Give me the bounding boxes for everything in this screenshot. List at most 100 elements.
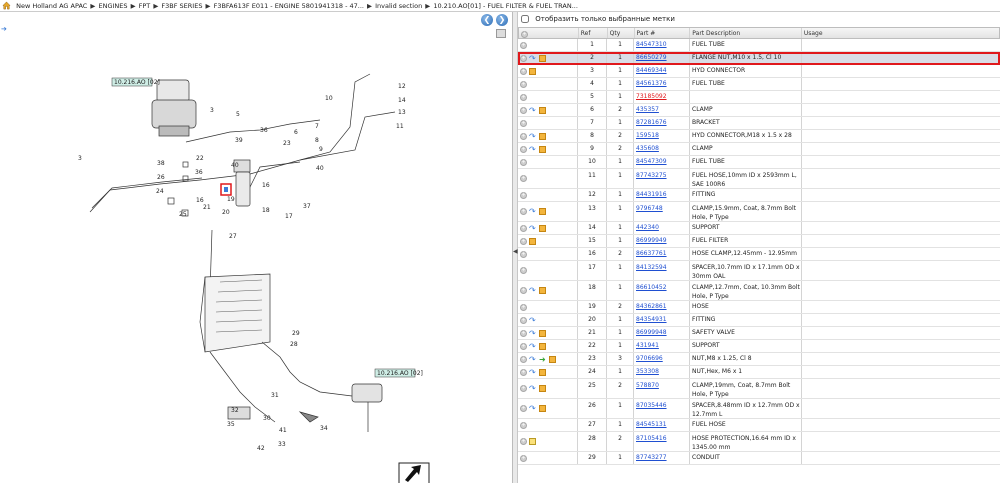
- table-row[interactable]: + ↷ 13 1 9796748 CLAMP,15.9mm, Coat, 8.7mm Bo…: [518, 202, 1000, 222]
- replacement-arrow-icon[interactable]: ↷: [529, 224, 537, 232]
- table-row[interactable]: + ↷ 18 1 86610452 CLAMP,12.7mm, Coat, 10.3mm …: [518, 281, 1000, 301]
- replacement-arrow-icon[interactable]: ↷: [529, 342, 537, 350]
- add-to-cart-icon[interactable]: +: [520, 158, 527, 166]
- breadcrumb-item[interactable]: F3BFA613F E011 - ENGINE 5801941318 - 47.…: [212, 2, 367, 10]
- table-row[interactable]: + ↷ 25 2 578870 CLAMP,19mm, Coat, 8.7mm Bolt …: [518, 379, 1000, 399]
- table-row[interactable]: +19 2 84362861 HOSE: [518, 301, 1000, 314]
- add-to-cart-icon[interactable]: +: [520, 287, 527, 294]
- add-to-cart-icon[interactable]: +: [520, 237, 527, 245]
- package-icon[interactable]: [539, 132, 546, 140]
- package-icon[interactable]: [539, 385, 546, 392]
- table-row[interactable]: +3 1 84469344 HYD CONNECTOR: [518, 65, 1000, 78]
- add-to-cart-icon[interactable]: +: [520, 405, 527, 412]
- part-number-link[interactable]: 86999948: [636, 329, 667, 336]
- column-header[interactable]: Part Description: [690, 28, 802, 38]
- table-row[interactable]: +7 1 87281676 BRACKET: [518, 117, 1000, 130]
- add-to-cart-icon[interactable]: +: [520, 267, 527, 274]
- collapse-arrow-icon[interactable]: ◀: [513, 248, 518, 255]
- add-to-cart-icon[interactable]: +: [520, 67, 527, 75]
- add-to-cart-icon[interactable]: +: [520, 385, 527, 392]
- note-icon[interactable]: [529, 438, 536, 445]
- replacement-arrow-icon[interactable]: ↷: [529, 355, 537, 363]
- package-icon[interactable]: [529, 237, 536, 245]
- column-header[interactable]: Qty: [608, 28, 635, 38]
- replacement-arrow-icon[interactable]: ↷: [529, 405, 537, 413]
- table-row[interactable]: + ↷ 26 1 87035446 SPACER,8.48mm ID x 12.7mm O…: [518, 399, 1000, 419]
- part-number-link[interactable]: 86650279: [636, 54, 667, 61]
- show-selected-checkbox[interactable]: [521, 15, 529, 23]
- part-number-link[interactable]: 578870: [636, 382, 659, 389]
- table-row[interactable]: +17 1 84132594 SPACER,10.7mm ID x 17.1mm OD…: [518, 261, 1000, 281]
- breadcrumb-item[interactable]: ENGINES: [96, 2, 129, 10]
- part-number-link[interactable]: 84469344: [636, 67, 667, 74]
- part-number-link[interactable]: 159518: [636, 132, 659, 139]
- breadcrumb-item[interactable]: 10.210.AO[01] - FUEL FILTER & FUEL TRAN.…: [431, 2, 578, 10]
- add-to-cart-icon[interactable]: +: [520, 119, 527, 127]
- package-icon[interactable]: [539, 106, 546, 114]
- breadcrumb-item[interactable]: New Holland AG APAC: [16, 2, 89, 10]
- column-header[interactable]: +: [519, 28, 579, 38]
- export-icon[interactable]: [398, 462, 430, 483]
- part-number-link[interactable]: 84545131: [636, 421, 667, 428]
- green-arrow-icon[interactable]: ➜: [539, 355, 547, 363]
- home-icon[interactable]: [2, 1, 11, 10]
- part-number-link[interactable]: 84431916: [636, 191, 667, 198]
- package-icon[interactable]: [539, 342, 546, 350]
- add-to-cart-icon[interactable]: +: [520, 41, 527, 49]
- add-to-cart-icon[interactable]: +: [520, 454, 527, 462]
- table-row[interactable]: +11 1 87743275 FUEL HOSE,10mm ID x 2593mm L…: [518, 169, 1000, 189]
- header-select-icon[interactable]: +: [521, 31, 528, 38]
- part-number-link[interactable]: 87281676: [636, 119, 667, 126]
- table-row[interactable]: +29 1 87743277 CONDUIT: [518, 452, 1000, 465]
- add-to-cart-icon[interactable]: +: [520, 54, 527, 62]
- column-header[interactable]: Ref: [579, 28, 608, 38]
- replacement-arrow-icon[interactable]: ↷: [529, 208, 537, 216]
- add-to-cart-icon[interactable]: +: [520, 224, 527, 232]
- package-icon[interactable]: [539, 368, 546, 376]
- add-to-cart-icon[interactable]: +: [520, 208, 527, 215]
- breadcrumb-item[interactable]: FPT: [137, 2, 153, 10]
- part-number-link[interactable]: 84547310: [636, 41, 667, 48]
- part-number-link[interactable]: 87743275: [636, 172, 667, 179]
- replacement-arrow-icon[interactable]: ↷: [529, 145, 537, 153]
- breadcrumb-item[interactable]: F3BF SERIES: [159, 2, 204, 10]
- table-row[interactable]: +4 1 84561376 FUEL TUBE: [518, 78, 1000, 91]
- package-icon[interactable]: [529, 67, 536, 75]
- table-row[interactable]: +15 1 86999949 FUEL FILTER: [518, 235, 1000, 248]
- part-number-link[interactable]: 87035446: [636, 402, 667, 409]
- table-row[interactable]: +12 1 84431916 FITTING: [518, 189, 1000, 202]
- replacement-arrow-icon[interactable]: ↷: [529, 368, 537, 376]
- part-number-link[interactable]: 431941: [636, 342, 659, 349]
- package-icon[interactable]: [539, 224, 546, 232]
- package-icon[interactable]: [539, 145, 546, 153]
- replacement-arrow-icon[interactable]: ↷: [529, 106, 537, 114]
- add-to-cart-icon[interactable]: +: [520, 191, 527, 199]
- add-to-cart-icon[interactable]: +: [520, 145, 527, 153]
- package-icon[interactable]: [539, 208, 546, 215]
- part-number-link[interactable]: 84362861: [636, 303, 667, 310]
- replacement-arrow-icon[interactable]: ↷: [529, 385, 537, 393]
- table-row[interactable]: + ↷ 2 1 86650279 FLANGE NUT,M10 x 1.5, Cl 10: [518, 52, 1000, 65]
- table-row[interactable]: + ↷ 6 2 435357 CLAMP: [518, 104, 1000, 117]
- replacement-arrow-icon[interactable]: ↷: [529, 287, 537, 295]
- table-row[interactable]: +27 1 84545131 FUEL HOSE: [518, 419, 1000, 432]
- table-row[interactable]: +10 1 84547309 FUEL TUBE: [518, 156, 1000, 169]
- add-to-cart-icon[interactable]: +: [520, 421, 527, 429]
- table-row[interactable]: +16 2 86637761 HOSE CLAMP,12.45mm - 12.95mm: [518, 248, 1000, 261]
- add-to-cart-icon[interactable]: +: [520, 438, 527, 445]
- add-to-cart-icon[interactable]: +: [520, 80, 527, 88]
- part-number-link[interactable]: 86999949: [636, 237, 667, 244]
- table-row[interactable]: + ↷ 22 1 431941 SUPPORT: [518, 340, 1000, 353]
- add-to-cart-icon[interactable]: +: [520, 132, 527, 140]
- add-to-cart-icon[interactable]: +: [520, 329, 527, 337]
- table-row[interactable]: + ↷ 24 1 353308 NUT,Hex, M6 x 1: [518, 366, 1000, 379]
- add-to-cart-icon[interactable]: +: [520, 250, 527, 258]
- part-number-link[interactable]: 435357: [636, 106, 659, 113]
- add-to-cart-icon[interactable]: +: [520, 368, 527, 376]
- column-header[interactable]: Usage: [802, 28, 999, 38]
- part-number-link[interactable]: 84354931: [636, 316, 667, 323]
- table-row[interactable]: +28 2 87105416 HOSE PROTECTION,16.64 mm ID …: [518, 432, 1000, 452]
- column-header[interactable]: Part #: [635, 28, 691, 38]
- part-number-link[interactable]: 86637761: [636, 250, 667, 257]
- table-row[interactable]: + ↷ 14 1 442340 SUPPORT: [518, 222, 1000, 235]
